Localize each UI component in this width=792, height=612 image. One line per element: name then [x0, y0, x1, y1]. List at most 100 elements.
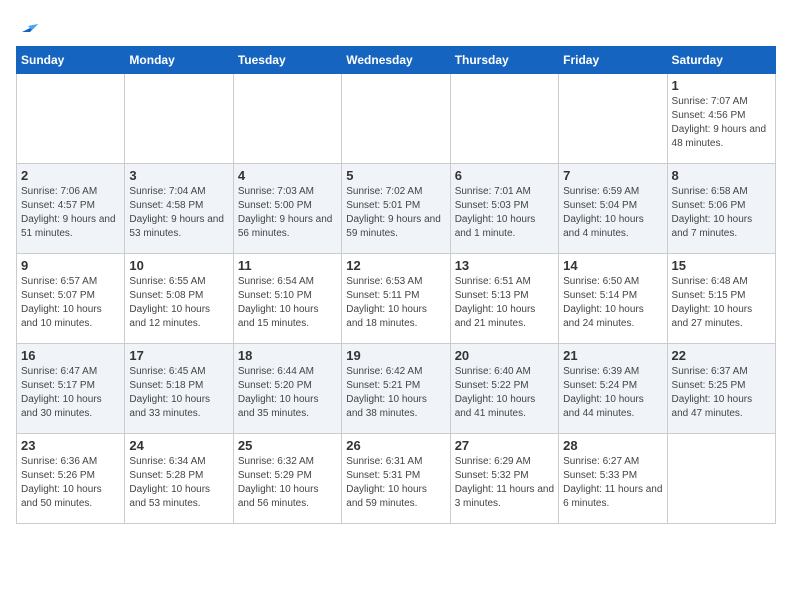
day-info: Sunrise: 6:50 AM Sunset: 5:14 PM Dayligh… — [563, 275, 662, 331]
calendar-cell: 24 Sunrise: 6:34 AM Sunset: 5:28 PM Dayli… — [125, 434, 233, 524]
calendar-cell: 7 Sunrise: 6:59 AM Sunset: 5:04 PM Daylig… — [559, 164, 667, 254]
day-number: 8 — [672, 168, 771, 183]
day-info: Sunrise: 6:37 AM Sunset: 5:25 PM Dayligh… — [672, 365, 771, 421]
day-number: 13 — [455, 258, 554, 273]
day-info: Sunrise: 6:45 AM Sunset: 5:18 PM Dayligh… — [129, 365, 228, 421]
calendar-cell: 8 Sunrise: 6:58 AM Sunset: 5:06 PM Daylig… — [667, 164, 775, 254]
day-info: Sunrise: 6:47 AM Sunset: 5:17 PM Dayligh… — [21, 365, 120, 421]
day-number: 24 — [129, 438, 228, 453]
day-number: 11 — [238, 258, 337, 273]
calendar-cell: 4 Sunrise: 7:03 AM Sunset: 5:00 PM Daylig… — [233, 164, 341, 254]
calendar-cell: 13 Sunrise: 6:51 AM Sunset: 5:13 PM Dayli… — [450, 254, 558, 344]
day-info: Sunrise: 6:54 AM Sunset: 5:10 PM Dayligh… — [238, 275, 337, 331]
day-info: Sunrise: 6:39 AM Sunset: 5:24 PM Dayligh… — [563, 365, 662, 421]
day-info: Sunrise: 6:48 AM Sunset: 5:15 PM Dayligh… — [672, 275, 771, 331]
day-info: Sunrise: 6:36 AM Sunset: 5:26 PM Dayligh… — [21, 455, 120, 511]
day-info: Sunrise: 7:04 AM Sunset: 4:58 PM Dayligh… — [129, 185, 228, 241]
day-info: Sunrise: 7:02 AM Sunset: 5:01 PM Dayligh… — [346, 185, 445, 241]
calendar-week-row: 16 Sunrise: 6:47 AM Sunset: 5:17 PM Dayli… — [17, 344, 776, 434]
calendar-cell: 5 Sunrise: 7:02 AM Sunset: 5:01 PM Daylig… — [342, 164, 450, 254]
day-info: Sunrise: 6:31 AM Sunset: 5:31 PM Dayligh… — [346, 455, 445, 511]
day-info: Sunrise: 6:53 AM Sunset: 5:11 PM Dayligh… — [346, 275, 445, 331]
calendar-week-row: 9 Sunrise: 6:57 AM Sunset: 5:07 PM Daylig… — [17, 254, 776, 344]
calendar-cell: 19 Sunrise: 6:42 AM Sunset: 5:21 PM Dayli… — [342, 344, 450, 434]
calendar-cell: 21 Sunrise: 6:39 AM Sunset: 5:24 PM Dayli… — [559, 344, 667, 434]
calendar-cell: 17 Sunrise: 6:45 AM Sunset: 5:18 PM Dayli… — [125, 344, 233, 434]
calendar-cell: 1Sunrise: 7:07 AM Sunset: 4:56 PM Daylig… — [667, 74, 775, 164]
calendar-cell: 15 Sunrise: 6:48 AM Sunset: 5:15 PM Dayli… — [667, 254, 775, 344]
calendar-header-saturday: Saturday — [667, 47, 775, 74]
day-number: 28 — [563, 438, 662, 453]
day-info: Sunrise: 7:06 AM Sunset: 4:57 PM Dayligh… — [21, 185, 120, 241]
calendar-week-row: 23Sunrise: 6:36 AM Sunset: 5:26 PM Dayli… — [17, 434, 776, 524]
calendar-header-sunday: Sunday — [17, 47, 125, 74]
calendar-cell: 11 Sunrise: 6:54 AM Sunset: 5:10 PM Dayli… — [233, 254, 341, 344]
calendar-cell — [125, 74, 233, 164]
calendar-header-thursday: Thursday — [450, 47, 558, 74]
calendar-cell — [667, 434, 775, 524]
day-info: Sunrise: 7:07 AM Sunset: 4:56 PM Dayligh… — [672, 95, 771, 151]
logo-bird-icon — [18, 16, 38, 36]
day-info: Sunrise: 6:58 AM Sunset: 5:06 PM Dayligh… — [672, 185, 771, 241]
day-number: 16 — [21, 348, 120, 363]
day-number: 27 — [455, 438, 554, 453]
day-number: 15 — [672, 258, 771, 273]
calendar-week-row: 1Sunrise: 7:07 AM Sunset: 4:56 PM Daylig… — [17, 74, 776, 164]
page-header — [16, 16, 776, 36]
day-info: Sunrise: 7:01 AM Sunset: 5:03 PM Dayligh… — [455, 185, 554, 241]
calendar-cell: 14 Sunrise: 6:50 AM Sunset: 5:14 PM Dayli… — [559, 254, 667, 344]
calendar-cell: 25 Sunrise: 6:32 AM Sunset: 5:29 PM Dayli… — [233, 434, 341, 524]
day-info: Sunrise: 6:34 AM Sunset: 5:28 PM Dayligh… — [129, 455, 228, 511]
calendar-table: SundayMondayTuesdayWednesdayThursdayFrid… — [16, 46, 776, 524]
day-info: Sunrise: 6:42 AM Sunset: 5:21 PM Dayligh… — [346, 365, 445, 421]
day-number: 25 — [238, 438, 337, 453]
logo — [16, 16, 38, 36]
calendar-cell: 12Sunrise: 6:53 AM Sunset: 5:11 PM Dayli… — [342, 254, 450, 344]
calendar-cell — [17, 74, 125, 164]
calendar-cell: 28 Sunrise: 6:27 AM Sunset: 5:33 PM Dayli… — [559, 434, 667, 524]
calendar-cell: 22 Sunrise: 6:37 AM Sunset: 5:25 PM Dayli… — [667, 344, 775, 434]
calendar-cell: 2 Sunrise: 7:06 AM Sunset: 4:57 PM Daylig… — [17, 164, 125, 254]
calendar-cell: 16 Sunrise: 6:47 AM Sunset: 5:17 PM Dayli… — [17, 344, 125, 434]
calendar-cell: 9 Sunrise: 6:57 AM Sunset: 5:07 PM Daylig… — [17, 254, 125, 344]
day-number: 14 — [563, 258, 662, 273]
calendar-cell: 18Sunrise: 6:44 AM Sunset: 5:20 PM Dayli… — [233, 344, 341, 434]
day-number: 3 — [129, 168, 228, 183]
day-number: 19 — [346, 348, 445, 363]
day-number: 20 — [455, 348, 554, 363]
day-info: Sunrise: 6:44 AM Sunset: 5:20 PM Dayligh… — [238, 365, 337, 421]
calendar-cell: 23Sunrise: 6:36 AM Sunset: 5:26 PM Dayli… — [17, 434, 125, 524]
calendar-cell — [559, 74, 667, 164]
day-info: Sunrise: 6:55 AM Sunset: 5:08 PM Dayligh… — [129, 275, 228, 331]
day-info: Sunrise: 6:51 AM Sunset: 5:13 PM Dayligh… — [455, 275, 554, 331]
day-info: Sunrise: 6:32 AM Sunset: 5:29 PM Dayligh… — [238, 455, 337, 511]
calendar-header-row: SundayMondayTuesdayWednesdayThursdayFrid… — [17, 47, 776, 74]
day-number: 21 — [563, 348, 662, 363]
day-number: 9 — [21, 258, 120, 273]
day-number: 5 — [346, 168, 445, 183]
day-number: 17 — [129, 348, 228, 363]
day-number: 26 — [346, 438, 445, 453]
day-number: 4 — [238, 168, 337, 183]
calendar-cell: 26 Sunrise: 6:31 AM Sunset: 5:31 PM Dayli… — [342, 434, 450, 524]
day-info: Sunrise: 7:03 AM Sunset: 5:00 PM Dayligh… — [238, 185, 337, 241]
calendar-cell: 3 Sunrise: 7:04 AM Sunset: 4:58 PM Daylig… — [125, 164, 233, 254]
day-info: Sunrise: 6:57 AM Sunset: 5:07 PM Dayligh… — [21, 275, 120, 331]
day-number: 7 — [563, 168, 662, 183]
calendar-cell: 27 Sunrise: 6:29 AM Sunset: 5:32 PM Dayli… — [450, 434, 558, 524]
calendar-cell — [342, 74, 450, 164]
day-info: Sunrise: 6:29 AM Sunset: 5:32 PM Dayligh… — [455, 455, 554, 511]
calendar-cell — [450, 74, 558, 164]
day-number: 10 — [129, 258, 228, 273]
calendar-header-monday: Monday — [125, 47, 233, 74]
calendar-cell: 6Sunrise: 7:01 AM Sunset: 5:03 PM Daylig… — [450, 164, 558, 254]
day-info: Sunrise: 6:40 AM Sunset: 5:22 PM Dayligh… — [455, 365, 554, 421]
calendar-cell: 10 Sunrise: 6:55 AM Sunset: 5:08 PM Dayli… — [125, 254, 233, 344]
day-info: Sunrise: 6:59 AM Sunset: 5:04 PM Dayligh… — [563, 185, 662, 241]
day-info: Sunrise: 6:27 AM Sunset: 5:33 PM Dayligh… — [563, 455, 662, 511]
day-number: 22 — [672, 348, 771, 363]
day-number: 2 — [21, 168, 120, 183]
calendar-header-wednesday: Wednesday — [342, 47, 450, 74]
calendar-week-row: 2 Sunrise: 7:06 AM Sunset: 4:57 PM Daylig… — [17, 164, 776, 254]
calendar-header-friday: Friday — [559, 47, 667, 74]
